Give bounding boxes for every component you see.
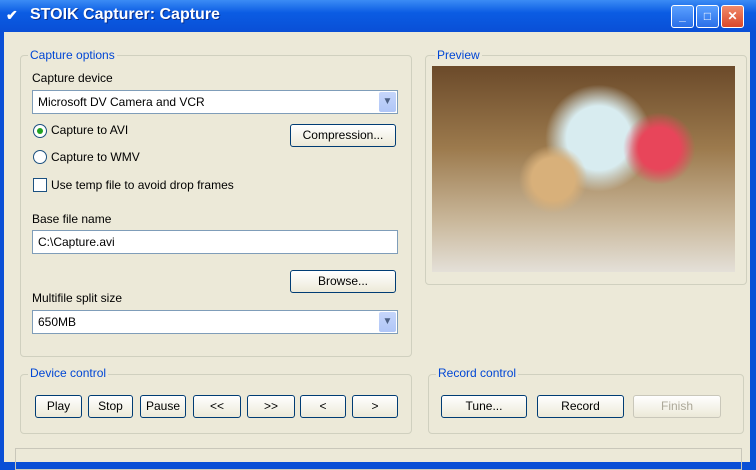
capture-avi-label[interactable]: Capture to AVI	[51, 123, 128, 137]
minimize-button[interactable]: _	[671, 5, 694, 28]
preview-label: Preview	[435, 48, 482, 62]
stop-button[interactable]: Stop	[88, 395, 133, 418]
capture-device-value: Microsoft DV Camera and VCR	[38, 95, 205, 109]
record-button[interactable]: Record	[537, 395, 624, 418]
chevron-down-icon[interactable]: ▼	[379, 92, 396, 112]
record-control-label: Record control	[436, 366, 519, 380]
app-icon: ✔	[6, 7, 18, 23]
capture-avi-radio[interactable]	[33, 124, 47, 138]
fast-forward-button[interactable]: >>	[247, 395, 295, 418]
rewind-button[interactable]: <<	[193, 395, 241, 418]
step-back-button[interactable]: <	[300, 395, 346, 418]
capture-wmv-label[interactable]: Capture to WMV	[51, 150, 140, 164]
temp-file-checkbox[interactable]	[33, 178, 47, 192]
play-button[interactable]: Play	[35, 395, 82, 418]
capture-wmv-radio[interactable]	[33, 150, 47, 164]
base-file-label: Base file name	[32, 212, 112, 226]
temp-file-label[interactable]: Use temp file to avoid drop frames	[51, 178, 234, 192]
title-bar: ✔ STOIK Capturer: Capture _ □ ✕	[0, 0, 756, 32]
compression-button[interactable]: Compression...	[290, 124, 396, 147]
step-forward-button[interactable]: >	[352, 395, 398, 418]
window-title: STOIK Capturer: Capture	[30, 6, 220, 23]
device-control-label: Device control	[28, 366, 109, 380]
pause-button[interactable]: Pause	[140, 395, 186, 418]
base-file-input[interactable]: C:\Capture.avi	[32, 230, 398, 254]
tune-button[interactable]: Tune...	[441, 395, 527, 418]
split-size-label: Multifile split size	[32, 291, 123, 305]
browse-button[interactable]: Browse...	[290, 270, 396, 293]
maximize-button[interactable]: □	[696, 5, 719, 28]
split-size-value: 650MB	[38, 315, 77, 329]
finish-button: Finish	[633, 395, 721, 418]
status-bar	[15, 448, 742, 470]
capture-device-label: Capture device	[32, 71, 113, 85]
capture-options-label: Capture options	[28, 48, 117, 62]
capture-device-select[interactable]: Microsoft DV Camera and VCR ▼	[32, 90, 398, 114]
chevron-down-icon[interactable]: ▼	[379, 312, 396, 332]
close-button[interactable]: ✕	[721, 5, 744, 28]
preview-image	[432, 66, 735, 272]
window-client: Capture options Capture device Microsoft…	[4, 32, 750, 470]
split-size-select[interactable]: 650MB ▼	[32, 310, 398, 334]
